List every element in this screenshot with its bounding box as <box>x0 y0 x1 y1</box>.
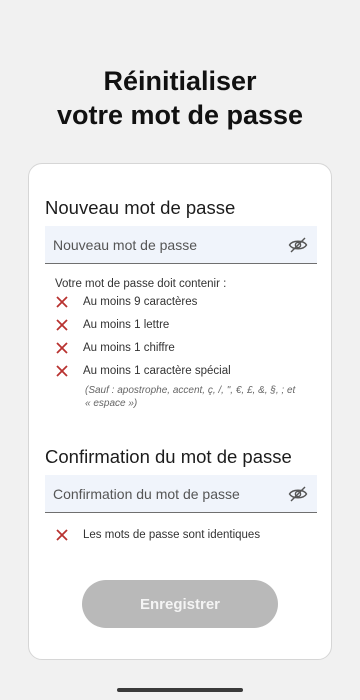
confirm-password-input[interactable] <box>53 485 273 502</box>
page-title: Réinitialiser votre mot de passe <box>0 64 360 132</box>
requirement-digit: Au moins 1 chiffre <box>55 341 175 355</box>
eye-slash-icon[interactable] <box>287 234 309 256</box>
requirement-letter: Au moins 1 lettre <box>55 318 169 332</box>
title-line-2: votre mot de passe <box>56 100 304 130</box>
password-form-card: Nouveau mot de passe Votre mot de passe … <box>28 163 332 660</box>
cross-icon <box>56 529 68 541</box>
requirement-special-char: Au moins 1 caractère spécial <box>55 364 231 378</box>
requirement-label: Au moins 9 caractères <box>83 296 198 308</box>
special-char-note: (Sauf : apostrophe, accent, ç, /, ", €, … <box>85 384 315 410</box>
requirement-label: Les mots de passe sont identiques <box>83 529 261 541</box>
title-line-1: Réinitialiser <box>103 66 257 96</box>
requirement-label: Au moins 1 caractère spécial <box>83 365 231 377</box>
new-password-input[interactable] <box>53 236 273 253</box>
cross-icon <box>56 319 68 331</box>
requirement-min-length: Au moins 9 caractères <box>55 295 197 309</box>
home-indicator[interactable] <box>117 688 243 692</box>
reset-password-screen: Réinitialiser votre mot de passe Nouveau… <box>0 0 360 700</box>
save-button[interactable]: Enregistrer <box>82 580 278 628</box>
new-password-label: Nouveau mot de passe <box>45 197 236 218</box>
confirm-password-field[interactable] <box>45 475 317 513</box>
new-password-field[interactable] <box>45 226 317 264</box>
confirm-password-label: Confirmation du mot de passe <box>45 446 292 467</box>
special-char-note-line-2: « espace ») <box>85 398 138 409</box>
cross-icon <box>56 342 68 354</box>
requirements-intro: Votre mot de passe doit contenir : <box>55 278 227 290</box>
cross-icon <box>56 296 68 308</box>
requirement-passwords-match: Les mots de passe sont identiques <box>55 528 260 542</box>
cross-icon <box>56 365 68 377</box>
requirement-label: Au moins 1 chiffre <box>83 342 175 354</box>
requirement-label: Au moins 1 lettre <box>83 319 170 331</box>
eye-slash-icon[interactable] <box>287 483 309 505</box>
special-char-note-line-1: (Sauf : apostrophe, accent, ç, /, ", €, … <box>85 385 296 396</box>
